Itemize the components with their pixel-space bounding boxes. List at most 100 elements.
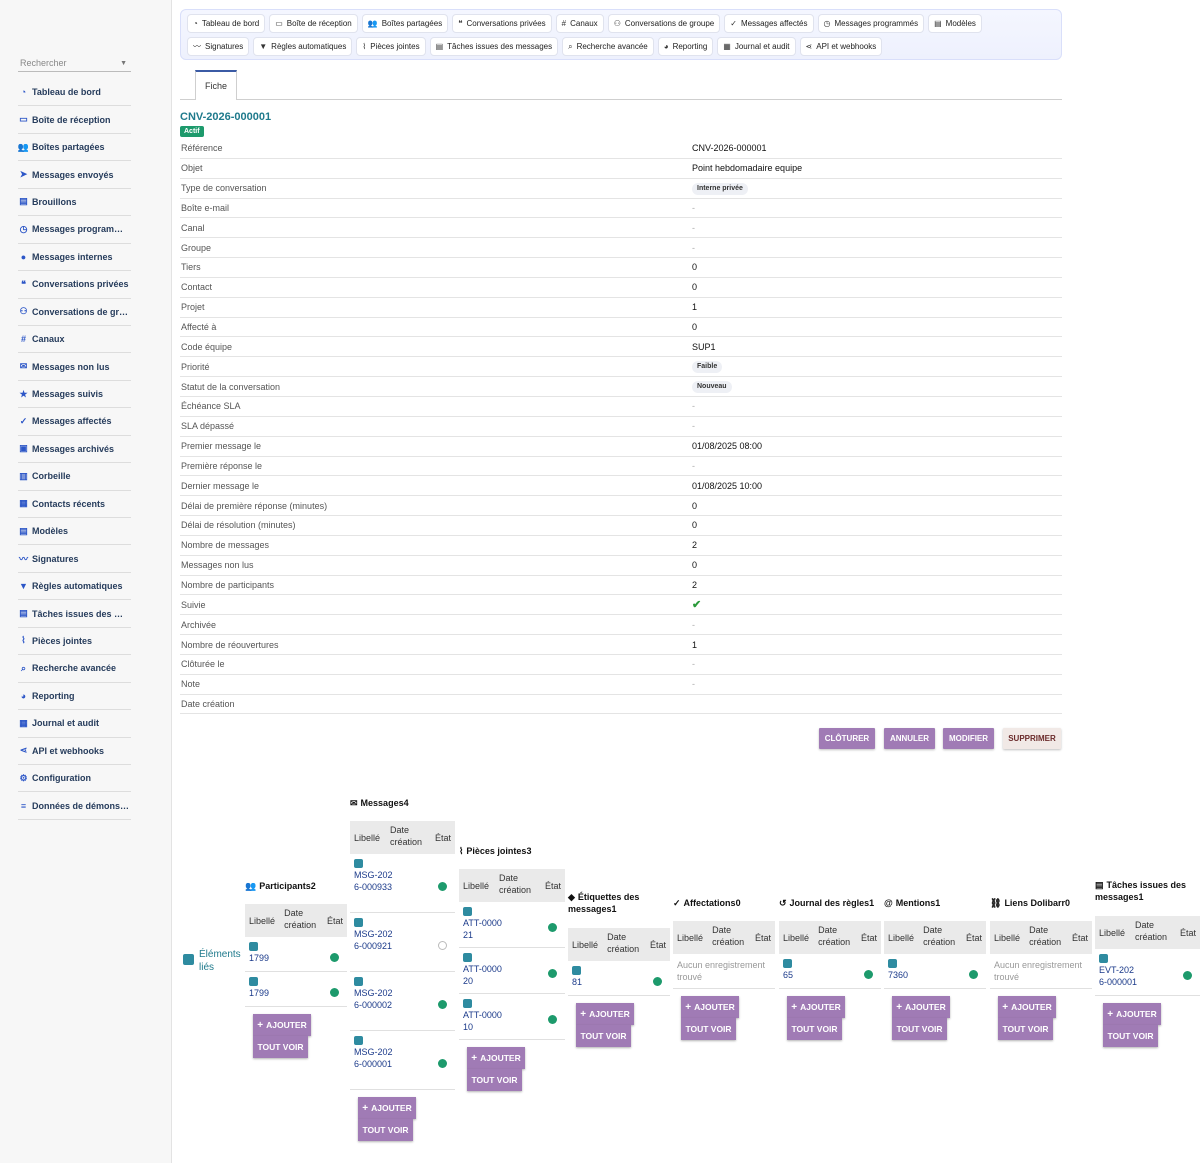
sidebar-item-25[interactable]: ⚙ Configuration [18,765,131,793]
table-row[interactable]: MSG-2026-000001 [350,1031,455,1090]
close-button[interactable]: CLÔTURER [819,728,875,749]
add-button[interactable]: + AJOUTER [358,1097,416,1119]
sidebar-item-13[interactable]: ▣ Messages archivés [18,436,131,464]
paper-plane-icon: ➤ [19,169,28,180]
table-row[interactable]: 65 [779,954,881,989]
cancel-button[interactable]: ANNULER [884,728,935,749]
see-all-button[interactable]: TOUT VOIR [892,1018,947,1040]
table-row[interactable]: MSG-2026-000002 [350,972,455,1031]
see-all-button[interactable]: TOUT VOIR [787,1018,842,1040]
row-link[interactable]: EVT-2026-000001 [1099,964,1139,988]
top-nav-button[interactable]: ▭ Boîte de réception [269,14,358,33]
add-button[interactable]: + AJOUTER [998,996,1056,1018]
table-row[interactable]: ATT-000020 [459,948,565,994]
add-button[interactable]: + AJOUTER [681,996,739,1018]
sidebar-item-6[interactable]: ● Messages internes [18,244,131,272]
sidebar-item-9[interactable]: # Canaux [18,326,131,354]
sidebar-item-14[interactable]: ▥ Corbeille [18,463,131,491]
sidebar-item-20[interactable]: ⌇ Pièces jointes [18,628,131,656]
sidebar-item-7[interactable]: ❝ Conversations privées [18,271,131,299]
row-link[interactable]: MSG-2026-000001 [354,1046,394,1070]
top-nav-button[interactable]: ⌕ Recherche avancée [562,37,654,56]
sidebar-item-0[interactable]: ◔ Tableau de bord [18,79,131,107]
add-button[interactable]: + AJOUTER [892,996,950,1018]
row-link[interactable]: 7360 [888,969,928,981]
top-nav-button[interactable]: ▦ Journal et audit [717,37,796,56]
table-row[interactable]: 7360 [884,954,986,989]
top-nav-button[interactable]: 〰 Signatures [187,37,250,56]
add-button[interactable]: + AJOUTER [253,1014,311,1036]
top-nav-button[interactable]: ◔ Tableau de bord [187,14,266,33]
table-row[interactable]: 1799 [245,972,347,1007]
sidebar-item-17[interactable]: 〰 Signatures [18,545,131,573]
sidebar-search-select[interactable]: Rechercher ▼ [18,56,131,72]
see-all-button[interactable]: TOUT VOIR [358,1119,413,1141]
row-link[interactable]: 65 [783,969,823,981]
row-link[interactable]: 81 [572,976,612,988]
sidebar-item-26[interactable]: ≡ Données de démons… [18,792,131,820]
table-row[interactable]: MSG-2026-000921 [350,913,455,972]
search-icon: ⌕ [568,41,573,51]
top-nav-button[interactable]: ⋖ API et webhooks [799,37,883,56]
sidebar-item-5[interactable]: ◷ Messages programm… [18,216,131,244]
row-link[interactable]: ATT-000021 [463,917,503,941]
sidebar-item-8[interactable]: ⚇ Conversations de gr… [18,299,131,326]
table-row[interactable]: 1799 [245,937,347,972]
see-all-button[interactable]: TOUT VOIR [576,1025,631,1047]
sidebar-item-1[interactable]: ▭ Boîte de réception [18,106,131,134]
sidebar-item-18[interactable]: ▼ Règles automatiques [18,573,131,601]
sidebar-item-19[interactable]: ▤ Tâches issues des … [18,600,131,628]
sidebar-item-11[interactable]: ★ Messages suivis [18,381,131,409]
table-row[interactable]: MSG-2026-000933 [350,854,455,913]
sidebar-item-22[interactable]: ◕ Reporting [18,683,131,711]
sidebar-item-4[interactable]: ▤ Brouillons [18,189,131,217]
plus-icon: + [896,1001,903,1013]
see-all-button[interactable]: TOUT VOIR [681,1018,736,1040]
see-all-button[interactable]: TOUT VOIR [467,1069,522,1091]
row-link[interactable]: 1799 [249,952,289,964]
paperclip-icon: ⌇ [21,635,26,646]
see-all-button[interactable]: TOUT VOIR [998,1018,1053,1040]
sidebar-item-10[interactable]: ✉ Messages non lus [18,353,131,381]
top-nav-button[interactable]: ✓ Messages affectés [724,14,814,33]
top-nav-button[interactable]: ◷ Messages programmés [817,14,925,33]
add-button[interactable]: + AJOUTER [1103,1003,1161,1025]
sidebar-item-3[interactable]: ➤ Messages envoyés [18,161,131,189]
row-link[interactable]: ATT-000020 [463,963,503,987]
top-nav-button[interactable]: ▼ Règles automatiques [253,37,353,56]
sidebar-item-12[interactable]: ✓ Messages affectés [18,408,131,436]
add-button[interactable]: + AJOUTER [467,1047,525,1069]
sidebar-item-16[interactable]: ▤ Modèles [18,518,131,546]
field-label: Premier message le [181,441,262,452]
user-check-icon: ✓ [19,415,28,426]
sidebar-item-23[interactable]: ▦ Journal et audit [18,710,131,738]
row-link[interactable]: 1799 [249,987,289,999]
top-nav-button[interactable]: # Canaux [555,14,604,33]
row-link[interactable]: ATT-000010 [463,1009,503,1033]
table-row[interactable]: EVT-2026-000001 [1095,949,1200,996]
tab-fiche[interactable]: Fiche [195,70,237,100]
top-nav-button[interactable]: ⚇ Conversations de groupe [607,14,721,33]
see-all-button[interactable]: TOUT VOIR [253,1036,308,1058]
sidebar-item-15[interactable]: ▦ Contacts récents [18,491,131,518]
top-nav-button[interactable]: 👥 Boîtes partagées [361,14,449,33]
delete-button[interactable]: SUPPRIMER [1003,728,1061,749]
row-link[interactable]: MSG-2026-000002 [354,987,394,1011]
top-nav-button[interactable]: ❝ Conversations privées [452,14,552,33]
sidebar-item-24[interactable]: ⋖ API et webhooks [18,738,131,765]
table-row[interactable]: ATT-000010 [459,994,565,1040]
table-row[interactable]: ATT-000021 [459,902,565,948]
see-all-button[interactable]: TOUT VOIR [1103,1025,1158,1047]
table-row[interactable]: 81 [568,961,670,996]
top-nav-button[interactable]: ▤ Modèles [928,14,982,33]
sidebar-item-2[interactable]: 👥 Boîtes partagées [18,134,131,162]
add-button[interactable]: + AJOUTER [787,996,845,1018]
sidebar-item-21[interactable]: ⌕ Recherche avancée [18,655,131,683]
row-link[interactable]: MSG-2026-000921 [354,928,394,952]
edit-button[interactable]: MODIFIER [943,728,994,749]
row-link[interactable]: MSG-2026-000933 [354,869,394,893]
top-nav-button[interactable]: ▤ Tâches issues des messages [429,37,559,56]
top-nav-button[interactable]: ⌇ Pièces jointes [356,37,426,56]
add-button[interactable]: + AJOUTER [576,1003,634,1025]
top-nav-button[interactable]: ◕ Reporting [657,37,714,56]
